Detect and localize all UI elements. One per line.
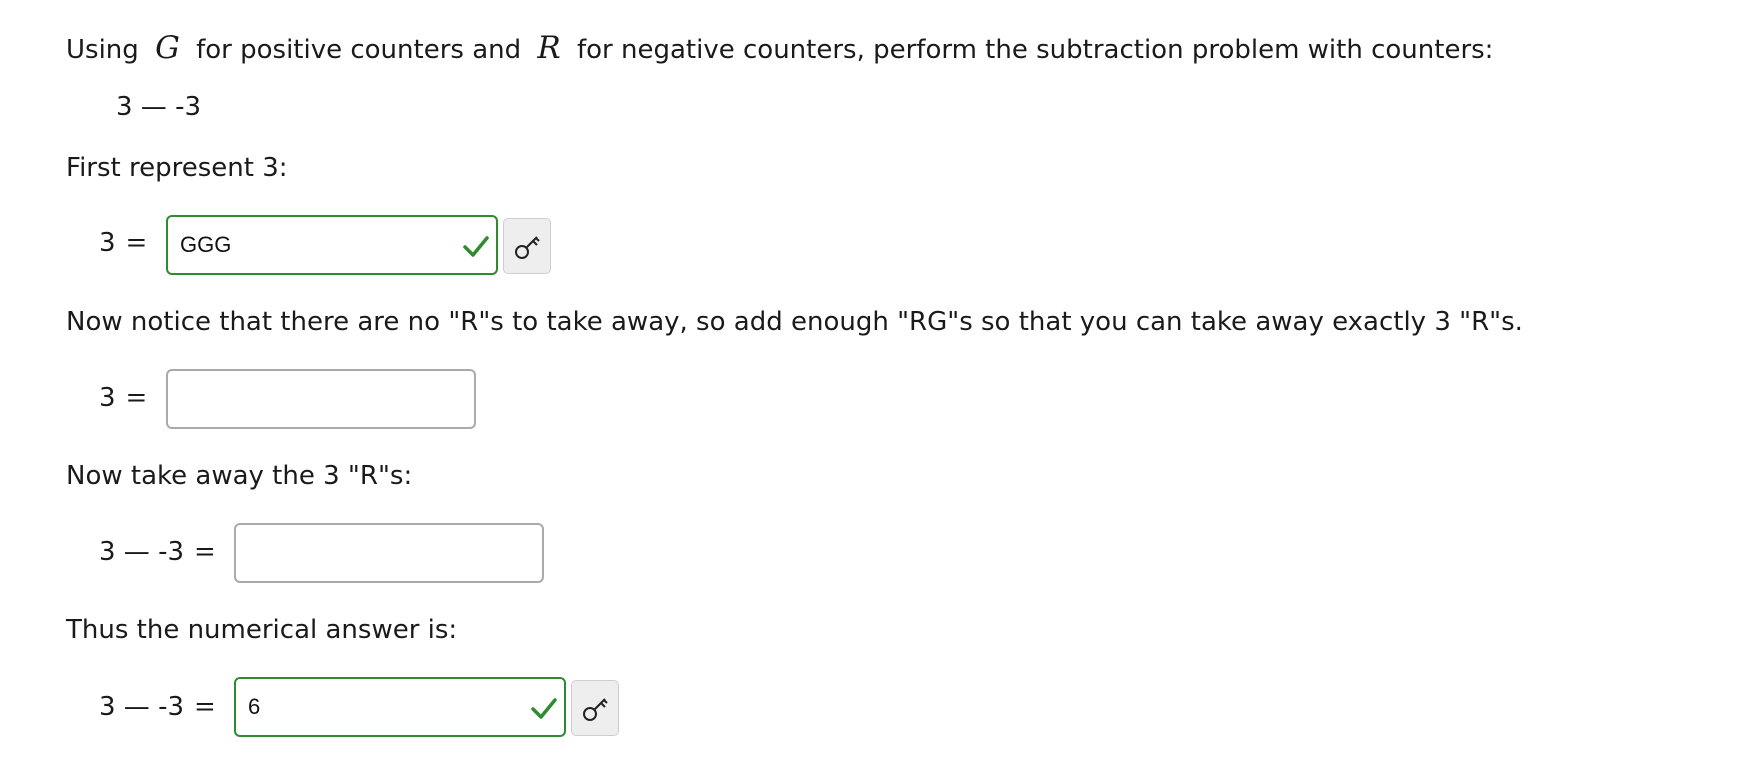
positive-counter-symbol: G [155, 30, 180, 66]
instructions-text-end: for negative counters, perform the subtr… [577, 35, 1494, 65]
step4-lhs: 3 — -3 [99, 692, 184, 722]
step2-answer-input[interactable] [180, 371, 426, 427]
step3-prompt: Now take away the 3 "R"s: [66, 461, 413, 491]
step2-label: 3 = [99, 385, 147, 411]
step2-prompt: Now notice that there are no "R"s to tak… [66, 307, 1523, 337]
step4-prompt: Thus the numerical answer is: [66, 615, 458, 645]
check-icon [531, 698, 557, 719]
step2-equals: = [125, 383, 148, 413]
step3-lhs: 3 — -3 [99, 537, 184, 567]
step3-answer-input[interactable] [248, 525, 494, 581]
key-icon [583, 698, 608, 721]
problem-instructions: Using G for positive counters and R for … [66, 33, 1493, 64]
step3-answer-box [234, 523, 544, 583]
step4-answer-input[interactable] [248, 679, 516, 735]
step1-equals: = [125, 228, 148, 258]
step1-prompt: First represent 3: [66, 153, 288, 183]
step1-answer-box [166, 215, 498, 275]
step3-label: 3 — -3 = [99, 539, 216, 565]
check-icon [463, 236, 489, 257]
step2-lhs: 3 [99, 383, 116, 413]
step4-equals: = [194, 692, 216, 722]
step3-equals: = [194, 537, 216, 567]
step4-answer-box [234, 677, 566, 737]
step1-lhs: 3 [99, 228, 116, 258]
instructions-text-middle: for positive counters and [196, 35, 522, 65]
step2-answer-box [166, 369, 476, 429]
negative-counter-symbol: R [537, 30, 561, 66]
step1-label: 3 = [99, 230, 147, 256]
problem-expression: 3 — -3 [116, 92, 201, 122]
step1-answer-input[interactable] [180, 217, 448, 273]
key-icon [515, 236, 540, 259]
step4-show-answer-button[interactable] [571, 680, 619, 736]
instructions-text-start: Using [66, 35, 139, 65]
step1-show-answer-button[interactable] [503, 218, 551, 274]
step4-label: 3 — -3 = [99, 694, 216, 720]
